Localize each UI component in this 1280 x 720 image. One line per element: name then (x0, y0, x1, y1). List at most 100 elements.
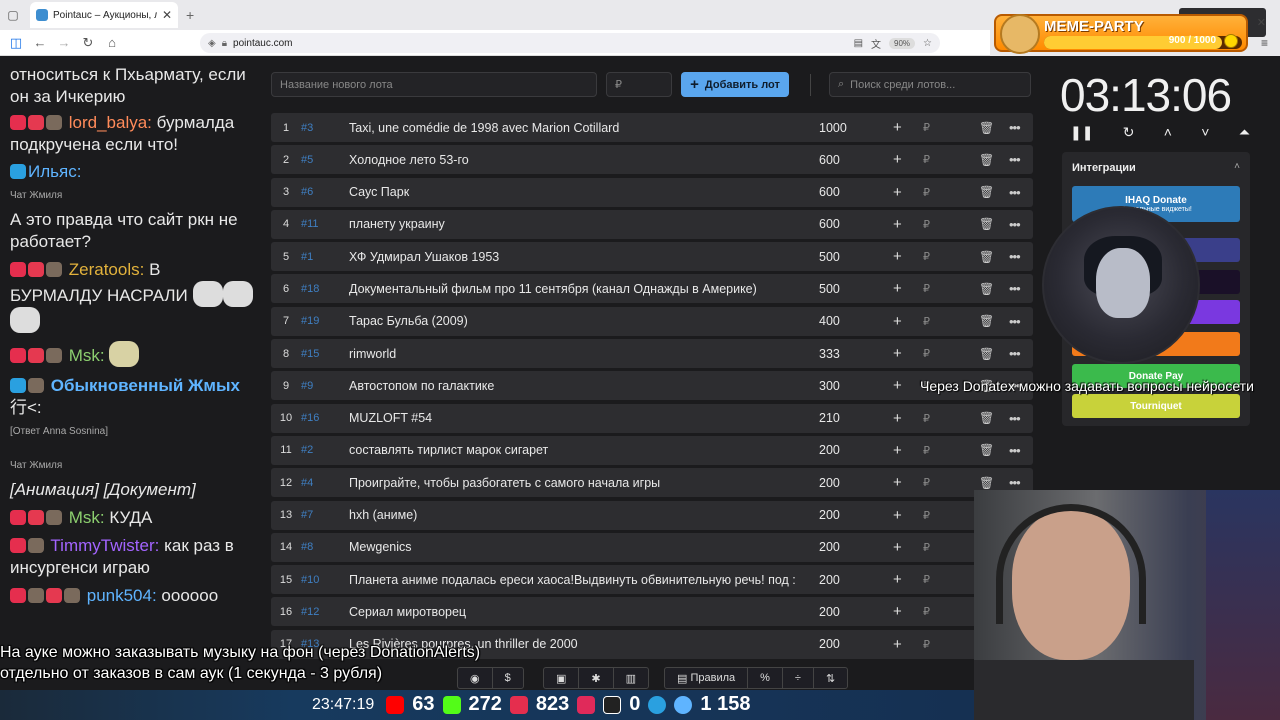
tab-list-icon[interactable]: ▢ (0, 0, 26, 30)
trash-icon[interactable]: 🗑︎ (979, 347, 994, 361)
lot-name[interactable]: Саус Парк (349, 185, 819, 199)
trash-icon[interactable]: 🗑︎ (979, 217, 994, 231)
ruble-input[interactable]: ₽ (923, 347, 930, 360)
reload-icon[interactable]: ↻ (76, 31, 100, 55)
search-input[interactable]: ⌕ Поиск среди лотов... (829, 72, 1031, 97)
zoom-badge[interactable]: 90% (889, 37, 916, 49)
ruble-input[interactable]: ₽ (923, 638, 930, 651)
add-amount-icon[interactable]: + (893, 151, 902, 168)
add-amount-icon[interactable]: + (893, 539, 902, 556)
more-icon[interactable]: ••• (1009, 120, 1021, 135)
ruble-input[interactable]: ₽ (923, 509, 930, 522)
browser-tab[interactable]: Pointauc – Аукционы, лотереи ✕ (30, 2, 178, 28)
trash-icon[interactable]: 🗑︎ (979, 250, 994, 264)
ruble-input[interactable]: ₽ (923, 605, 930, 618)
more-icon[interactable]: ••• (1009, 185, 1021, 200)
more-icon[interactable]: ••• (1009, 249, 1021, 264)
integration-button[interactable]: Tourniquet (1072, 394, 1240, 418)
lot-name[interactable]: Сериал миротворец (349, 605, 819, 619)
add-amount-icon[interactable]: + (893, 474, 902, 491)
ruble-input[interactable]: ₽ (923, 412, 930, 425)
ruble-input[interactable]: ₽ (923, 218, 930, 231)
sort-icon[interactable]: ⇅ (814, 668, 847, 688)
rules-button[interactable]: ▤ Правила (665, 668, 749, 688)
ruble-input[interactable]: ₽ (923, 153, 930, 166)
trash-icon[interactable]: 🗑︎ (979, 121, 994, 135)
trash-icon[interactable]: 🗑︎ (979, 443, 994, 457)
lot-name[interactable]: Taxi, une comédie de 1998 avec Marion Co… (349, 121, 819, 135)
add-amount-icon[interactable]: + (893, 184, 902, 201)
add-amount-icon[interactable]: + (893, 377, 902, 394)
trash-icon[interactable]: 🗑︎ (979, 153, 994, 167)
lot-name[interactable]: составлять тирлист марок сигарет (349, 443, 819, 457)
amount-input[interactable]: ₽ (606, 72, 672, 97)
add-amount-icon[interactable]: + (893, 442, 902, 459)
ruble-input[interactable]: ₽ (923, 541, 930, 554)
add-amount-icon[interactable]: + (893, 571, 902, 588)
new-tab-icon[interactable]: + (186, 7, 194, 23)
chevron-down-icon[interactable]: ˅ (1201, 124, 1209, 141)
chevron-up-icon[interactable]: ˄ (1164, 124, 1172, 141)
lot-name[interactable]: Тарас Бульба (2009) (349, 314, 819, 328)
lot-name[interactable]: Mewgenics (349, 540, 819, 554)
sidebar-icon[interactable]: ◫ (4, 31, 28, 55)
close-tab-icon[interactable]: ✕ (162, 8, 172, 22)
lot-name[interactable]: rimworld (349, 347, 819, 361)
delete-all-icon[interactable]: ▥ (614, 668, 648, 688)
double-chevron-up-icon[interactable]: ⏶ (1239, 124, 1250, 141)
trash-icon[interactable]: 🗑︎ (979, 476, 994, 490)
collapse-icon[interactable]: ˄ (1234, 161, 1240, 172)
more-icon[interactable]: ••• (1009, 346, 1021, 361)
trash-icon[interactable]: 🗑︎ (979, 185, 994, 199)
add-amount-icon[interactable]: + (893, 280, 902, 297)
pause-icon[interactable]: ❚❚ (1070, 124, 1093, 141)
lot-name[interactable]: Автостопом по галактике (349, 379, 819, 393)
ruble-input[interactable]: ₽ (923, 121, 930, 134)
url-field[interactable]: ◈ 🔒︎ pointauc.com ▤ 文 90% ☆ (200, 33, 940, 53)
lot-name-input[interactable]: Название нового лота (271, 72, 597, 97)
more-icon[interactable]: ••• (1009, 475, 1021, 490)
reset-icon[interactable]: ↻ (1123, 124, 1135, 141)
close-window-icon[interactable]: ✕ (1257, 16, 1266, 29)
lot-name[interactable]: Документальный фильм про 11 сентября (ка… (349, 282, 819, 296)
bug-icon[interactable]: ✱ (579, 668, 614, 688)
add-amount-icon[interactable]: + (893, 119, 902, 136)
add-amount-icon[interactable]: + (893, 410, 902, 427)
split-icon[interactable]: ÷ (783, 668, 814, 688)
more-icon[interactable]: ••• (1009, 152, 1021, 167)
ruble-input[interactable]: ₽ (923, 282, 930, 295)
add-amount-icon[interactable]: + (893, 507, 902, 524)
lot-name[interactable]: Планета аниме подалась ереси хаоса!Выдви… (349, 573, 819, 587)
lot-name[interactable]: hxh (аниме) (349, 508, 819, 522)
browser-menu-icon[interactable]: ≡ (1261, 36, 1268, 50)
forward-icon[interactable]: → (52, 31, 76, 55)
percent-button[interactable]: % (748, 668, 783, 688)
add-amount-icon[interactable]: + (893, 216, 902, 233)
more-icon[interactable]: ••• (1009, 217, 1021, 232)
dollar-button[interactable]: $ (493, 668, 523, 688)
bookmark-star-icon[interactable]: ☆ (923, 38, 932, 49)
ruble-input[interactable]: ₽ (923, 573, 930, 586)
ruble-input[interactable]: ₽ (923, 476, 930, 489)
lot-name[interactable]: ХФ Удмирал Ушаков 1953 (349, 250, 819, 264)
more-icon[interactable]: ••• (1009, 314, 1021, 329)
more-icon[interactable]: ••• (1009, 281, 1021, 296)
trash-icon[interactable]: 🗑︎ (979, 314, 994, 328)
home-icon[interactable]: ⌂ (100, 31, 124, 55)
save-icon[interactable]: ▣ (544, 668, 580, 688)
lot-name[interactable]: планету украину (349, 217, 819, 231)
ruble-input[interactable]: ₽ (923, 315, 930, 328)
reader-icon[interactable]: ▤ (854, 38, 863, 49)
more-icon[interactable]: ••• (1009, 443, 1021, 458)
lot-name[interactable]: Холодное лето 53-го (349, 153, 819, 167)
add-amount-icon[interactable]: + (893, 603, 902, 620)
lot-name[interactable]: Проиграйте, чтобы разбогатеть с самого н… (349, 476, 819, 490)
ruble-input[interactable]: ₽ (923, 444, 930, 457)
add-lot-button[interactable]: + Добавить лот (681, 72, 789, 97)
ruble-input[interactable]: ₽ (923, 250, 930, 263)
more-icon[interactable]: ••• (1009, 411, 1021, 426)
ruble-input[interactable]: ₽ (923, 186, 930, 199)
trash-icon[interactable]: 🗑︎ (979, 411, 994, 425)
add-amount-icon[interactable]: + (893, 313, 902, 330)
add-amount-icon[interactable]: + (893, 636, 902, 653)
